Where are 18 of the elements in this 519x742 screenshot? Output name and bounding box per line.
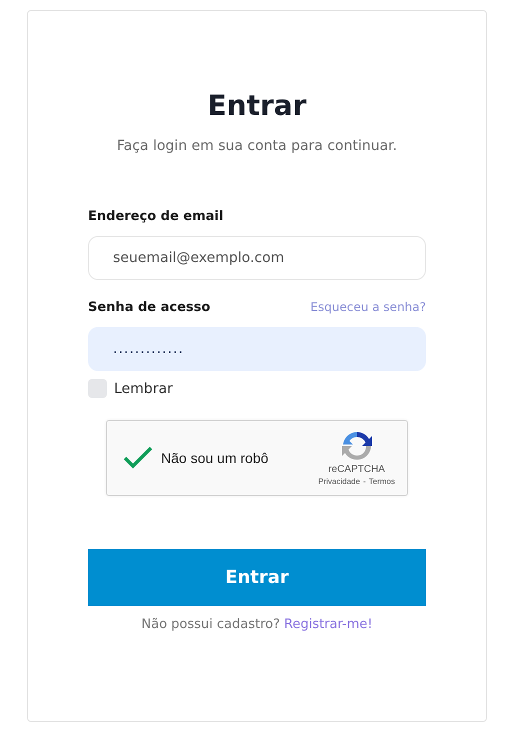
page-title: Entrar	[208, 89, 306, 122]
field-label: Senha de acesso	[88, 300, 210, 315]
remember-checkbox[interactable]	[88, 379, 107, 398]
subtitle: Faça login em sua conta para continuar.	[116, 138, 398, 154]
separator: -	[363, 477, 366, 486]
captcha-brand: reCAPTCHA	[328, 464, 385, 475]
checkbox-label: Lembrar	[114, 380, 173, 396]
check-icon[interactable]	[123, 446, 153, 470]
email-field[interactable]: seuemail@exemplo.com	[88, 236, 426, 280]
footer-text: Não possui cadastro?	[141, 617, 280, 632]
submit-button[interactable]: Entrar	[88, 549, 426, 606]
terms-link[interactable]: Termos	[368, 477, 395, 486]
captcha-label: Não sou um robô	[161, 450, 270, 466]
register-link[interactable]: Registrar-me!	[284, 617, 373, 632]
recaptcha-logo-icon	[340, 430, 373, 462]
password-field[interactable]: .............	[88, 327, 426, 371]
field-label: Endereço de email	[88, 209, 224, 224]
privacy-link[interactable]: Privacidade	[318, 477, 360, 486]
